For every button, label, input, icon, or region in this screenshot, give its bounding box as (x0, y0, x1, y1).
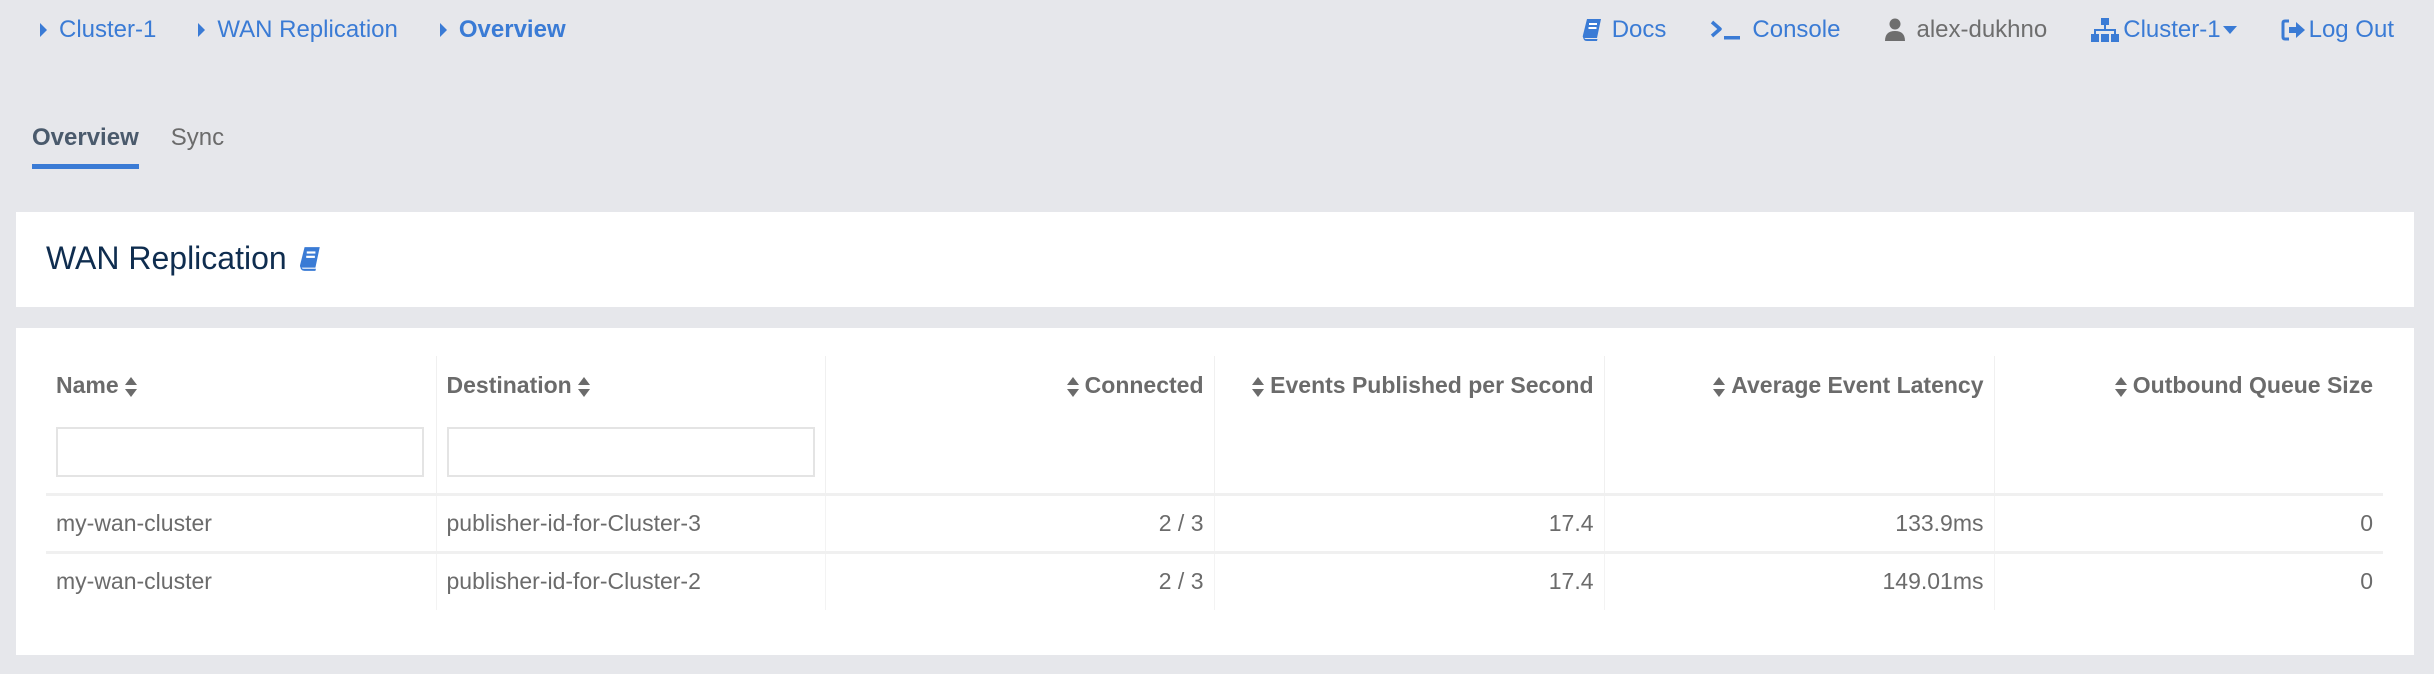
sort-icon[interactable] (1066, 376, 1079, 397)
sort-icon[interactable] (1252, 376, 1265, 397)
top-nav: Docs Console alex-dukhno Cluster-1 Log O… (1538, 16, 2394, 44)
username: alex-dukhno (1916, 16, 2048, 43)
cell-queue-size: 0 (2360, 568, 2373, 595)
logout-label: Log Out (2308, 16, 2394, 43)
table-row: my-wan-cluster publisher-id-for-Cluster-… (46, 494, 2383, 554)
cluster-selector[interactable]: Cluster-1 (2091, 16, 2237, 44)
cell-events-per-second: 17.4 (1214, 494, 1605, 554)
column-label: Connected (1084, 372, 1204, 398)
breadcrumb-label: WAN Replication (217, 16, 398, 43)
column-header-queue-size[interactable]: Outbound Queue Size (1994, 356, 2383, 496)
book-icon (1582, 19, 1601, 41)
breadcrumb-cluster[interactable]: Cluster-1 (40, 16, 156, 44)
header-panel: WAN Replication (16, 212, 2414, 307)
column-label: Name (56, 372, 119, 398)
cell-queue-size: 0 (1994, 494, 2383, 554)
breadcrumb-wan-replication[interactable]: WAN Replication (198, 16, 398, 44)
table-row: my-wan-cluster publisher-id-for-Cluster-… (46, 552, 2383, 610)
logout-link[interactable]: Log Out (2281, 16, 2394, 44)
table-header-row: Name Destination Connected Events Publis… (46, 356, 2383, 496)
caret-right-icon (439, 23, 447, 37)
destination-filter-input[interactable] (446, 427, 815, 477)
sort-icon[interactable] (577, 376, 590, 397)
caret-right-icon (40, 23, 47, 37)
cell-destination: publisher-id-for-Cluster-2 (436, 552, 826, 610)
column-header-name[interactable]: Name (46, 356, 437, 496)
top-bar: Cluster-1 WAN Replication Overview Docs … (0, 0, 2434, 64)
book-icon[interactable] (299, 246, 321, 272)
sort-icon[interactable] (1713, 376, 1726, 397)
breadcrumb-overview[interactable]: Overview (439, 16, 566, 44)
tabs: Overview Sync (32, 124, 256, 169)
page-title-text: WAN Replication (46, 240, 287, 276)
column-header-connected[interactable]: Connected (825, 356, 1215, 496)
column-label: Destination (446, 372, 572, 398)
cell-name: my-wan-cluster (46, 494, 437, 554)
breadcrumb: Cluster-1 WAN Replication Overview (40, 16, 608, 44)
console-label: Console (1752, 16, 1841, 43)
tab-sync[interactable]: Sync (171, 124, 224, 169)
column-header-destination[interactable]: Destination (436, 356, 826, 496)
docs-link[interactable]: Docs (1582, 16, 1667, 44)
sort-icon[interactable] (2114, 376, 2127, 397)
cell-latency: 149.01ms (1604, 552, 1995, 610)
table-panel: Name Destination Connected Events Publis… (16, 328, 2414, 655)
sort-icon[interactable] (124, 376, 137, 397)
sign-out-icon (2281, 19, 2305, 41)
cell-destination: publisher-id-for-Cluster-3 (436, 494, 826, 554)
cell-latency: 133.9ms (1604, 494, 1995, 554)
cell-events-per-second: 17.4 (1214, 552, 1605, 610)
name-filter-input[interactable] (56, 427, 424, 477)
console-link[interactable]: Console (1710, 16, 1840, 44)
docs-label: Docs (1611, 16, 1667, 43)
user-icon (1885, 18, 1906, 41)
page-title: WAN Replication (46, 240, 321, 277)
terminal-icon (1711, 20, 1741, 40)
cell-connected: 2 / 3 (825, 494, 1215, 554)
caret-right-icon (198, 23, 206, 37)
cluster-label: Cluster-1 (2123, 16, 2221, 43)
caret-down-icon (2222, 26, 2237, 34)
tab-overview[interactable]: Overview (32, 124, 139, 169)
breadcrumb-label: Cluster-1 (59, 16, 157, 43)
sitemap-icon (2091, 18, 2120, 42)
wan-replication-table: Name Destination Connected Events Publis… (46, 356, 2383, 610)
breadcrumb-label: Overview (458, 16, 566, 43)
column-header-latency[interactable]: Average Event Latency (1604, 356, 1995, 496)
column-header-events-per-second[interactable]: Events Published per Second (1214, 356, 1605, 496)
user-menu: alex-dukhno (1884, 16, 2047, 44)
column-label: Events Published per Second (1270, 372, 1594, 398)
column-label: Average Event Latency (1731, 372, 1984, 398)
cell-connected: 2 / 3 (825, 552, 1215, 610)
cell-name: my-wan-cluster (46, 552, 437, 610)
column-label: Outbound Queue Size (2132, 372, 2373, 398)
